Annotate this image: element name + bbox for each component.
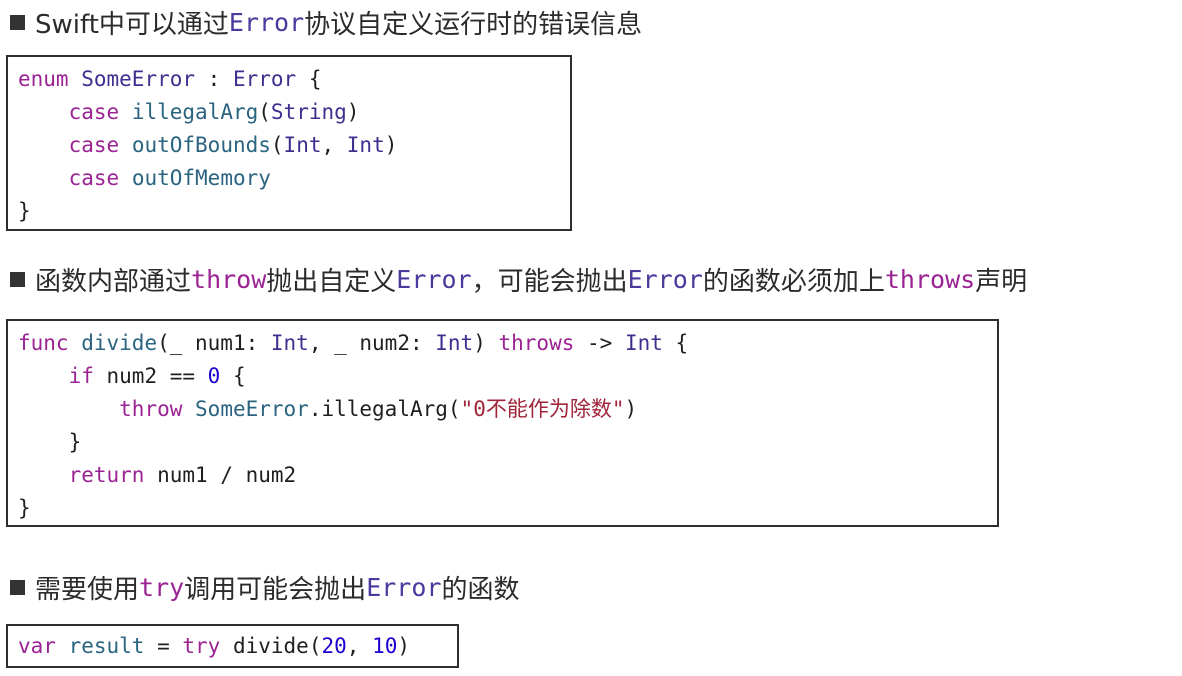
heading-1-text: Swift中可以通过: [35, 9, 229, 40]
code-line: case illegalArg(String): [18, 96, 560, 129]
code-punct: num2 ==: [93, 364, 208, 388]
code-line: enum SomeError : Error {: [18, 63, 560, 96]
code-punct: }: [68, 430, 82, 454]
code-punct: (: [258, 100, 271, 124]
code-punct: ): [384, 133, 398, 157]
code-punct: ): [397, 634, 411, 658]
square-bullet-icon: [10, 579, 25, 595]
code-type: Int: [624, 331, 663, 355]
code-keyword: func: [18, 331, 69, 355]
heading-2-text: 函数内部通过: [35, 266, 192, 297]
heading-3-text: 的函数: [441, 574, 520, 605]
heading-2-keyword: Error: [627, 264, 703, 294]
code-identifier: divide: [81, 331, 158, 355]
code-block-divide: func divide(_ num1: Int, _ num2: Int) th…: [6, 319, 999, 527]
code-line: throw SomeError.illegalArg("0不能作为除数"): [18, 393, 987, 426]
code-punct: num1 / num2: [144, 463, 297, 487]
code-type: Error: [232, 67, 297, 91]
code-keyword: case: [68, 166, 120, 190]
heading-1-text-end: 协议自定义运行时的错误信息: [304, 9, 643, 40]
code-line: case outOfBounds(Int, Int): [18, 129, 560, 162]
code-keyword: try: [182, 634, 221, 658]
code-punct: }: [18, 199, 31, 223]
heading-2-keyword: Error: [396, 264, 472, 294]
code-type: Int: [435, 331, 474, 355]
code-identifier: outOfMemory: [131, 166, 271, 190]
heading-2-keyword: throws: [884, 264, 976, 294]
heading-3-keyword: try: [139, 572, 185, 602]
code-string: "0不能作为除数": [460, 397, 625, 421]
section-heading-3: 需要使用 try 调用可能会抛出 Error 的函数: [10, 567, 519, 607]
code-punct: ): [624, 397, 638, 421]
code-punct: {: [220, 364, 246, 388]
code-line: var result = try divide(20, 10): [18, 630, 447, 663]
code-punct: }: [18, 496, 31, 520]
code-punct: divide(: [220, 634, 322, 658]
code-type: Int: [270, 331, 309, 355]
code-type: Int: [283, 133, 322, 157]
code-punct: {: [662, 331, 689, 355]
heading-3-keyword: Error: [366, 572, 442, 602]
heading-2-text: 的函数必须加上: [702, 266, 885, 297]
code-punct: ,: [321, 133, 347, 157]
code-identifier: result: [68, 634, 145, 658]
heading-3-text: 需要使用: [35, 574, 140, 605]
heading-2-text: 声明: [975, 266, 1028, 297]
code-line: case outOfMemory: [18, 162, 560, 195]
code-line: if num2 == 0 {: [18, 360, 987, 393]
code-keyword: case: [68, 100, 120, 124]
code-line: return num1 / num2: [18, 459, 987, 492]
code-identifier: SomeError: [195, 397, 309, 421]
code-keyword: throw: [119, 397, 183, 421]
heading-2-keyword: throw: [191, 264, 267, 294]
code-punct: :: [195, 67, 233, 91]
heading-3-text: 调用可能会抛出: [184, 574, 367, 605]
code-punct: =: [144, 634, 183, 658]
code-punct: ): [346, 100, 360, 124]
code-number: 0: [207, 364, 221, 388]
code-keyword: if: [68, 364, 94, 388]
code-block-try: var result = try divide(20, 10): [6, 624, 459, 668]
code-punct: , _ num2:: [308, 331, 436, 355]
heading-2-text: 抛出自定义: [266, 266, 397, 297]
code-punct: ,: [346, 634, 373, 658]
code-type: String: [270, 100, 347, 124]
code-number: 10: [372, 634, 398, 658]
code-block-enum: enum SomeError : Error { case illegalArg…: [6, 55, 572, 231]
heading-1-keyword: Error: [228, 7, 305, 37]
code-line: }: [18, 426, 987, 459]
code-keyword: return: [68, 463, 145, 487]
code-line: func divide(_ num1: Int, _ num2: Int) th…: [18, 327, 987, 360]
code-punct: (: [270, 133, 284, 157]
section-heading-2: 函数内部通过 throw 抛出自定义 Error ，可能会抛出 Error 的函…: [10, 259, 1027, 299]
code-keyword: enum: [18, 67, 69, 91]
code-keyword: var: [18, 634, 56, 658]
code-punct: (_ num1:: [157, 331, 271, 355]
code-keyword: throws: [498, 331, 575, 355]
code-type: SomeError: [81, 67, 196, 91]
square-bullet-icon: [10, 271, 25, 287]
section-heading-1: Swift中可以通过 Error 协议自定义运行时的错误信息: [10, 2, 642, 42]
code-number: 20: [321, 634, 347, 658]
code-punct: ->: [574, 331, 625, 355]
square-bullet-icon: [10, 14, 25, 30]
heading-2-text: ，可能会抛出: [471, 266, 628, 297]
code-identifier: illegalArg: [131, 100, 259, 124]
code-line: }: [18, 492, 987, 525]
code-punct: {: [296, 67, 322, 91]
code-punct: ): [473, 331, 499, 355]
code-line: }: [18, 195, 560, 228]
code-type: Int: [346, 133, 385, 157]
code-punct: .illegalArg(: [308, 397, 461, 421]
code-identifier: outOfBounds: [131, 133, 271, 157]
code-keyword: case: [68, 133, 120, 157]
